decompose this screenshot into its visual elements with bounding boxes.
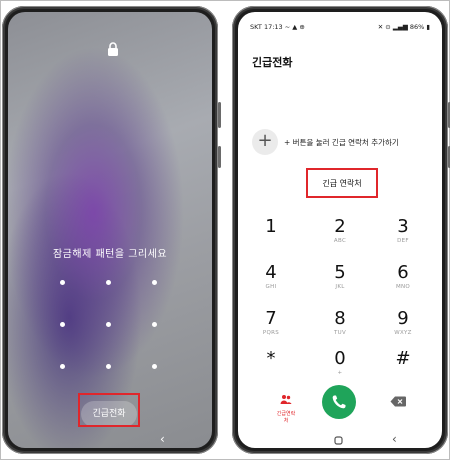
- pattern-dot[interactable]: [152, 280, 157, 285]
- status-right: ✕ ⊙ ▂▄▆ 86% ▮: [378, 23, 430, 31]
- key-7[interactable]: 7 PQRS: [251, 309, 291, 337]
- pattern-dot[interactable]: [106, 364, 111, 369]
- add-contact-button[interactable]: +: [252, 129, 278, 155]
- key-letters: MNO: [395, 284, 411, 290]
- pattern-dot[interactable]: [60, 280, 65, 285]
- key-digit: *: [266, 348, 276, 369]
- key-digit: 3: [397, 216, 409, 237]
- chevron-left-icon[interactable]: ‹: [160, 432, 165, 446]
- key-letters: PQRS: [262, 330, 280, 336]
- key-9[interactable]: 9 WXYZ: [383, 309, 423, 337]
- people-icon: [280, 395, 292, 404]
- lock-screen: 잠금해제 패턴을 그리세요 긴급전화 ‹: [8, 12, 212, 448]
- backspace-icon[interactable]: [390, 396, 406, 407]
- status-bar: SKT 17:13 ~ ▲ ⊕ ✕ ⊙ ▂▄▆ 86% ▮: [250, 23, 430, 33]
- pattern-dot[interactable]: [106, 280, 111, 285]
- emergency-contacts-shortcut[interactable]: 긴급연락처: [276, 390, 296, 424]
- call-button[interactable]: [322, 385, 356, 419]
- lock-icon: [108, 42, 118, 56]
- phone-lock-screen: 잠금해제 패턴을 그리세요 긴급전화 ‹: [2, 6, 221, 454]
- pattern-dot[interactable]: [106, 322, 111, 327]
- key-digit: 2: [334, 216, 346, 237]
- key-8[interactable]: 8 TUV: [320, 309, 360, 337]
- carrier-label: SKT: [250, 23, 262, 31]
- highlight-box-emergency: [78, 393, 140, 427]
- key-digit: 1: [265, 216, 277, 237]
- key-digit: 0: [334, 348, 346, 369]
- status-icons: ~ ▲ ⊕: [284, 23, 305, 31]
- key-letters: JKL: [335, 284, 345, 290]
- status-left: SKT 17:13 ~ ▲ ⊕: [250, 23, 305, 31]
- phone-emergency-dialer: SKT 17:13 ~ ▲ ⊕ ✕ ⊙ ▂▄▆ 86% ▮ 긴급전화 + + 버…: [232, 6, 450, 454]
- key-digit: 9: [397, 308, 409, 329]
- pattern-dot[interactable]: [60, 322, 65, 327]
- pattern-dot[interactable]: [152, 364, 157, 369]
- key-letters: WXYZ: [394, 330, 412, 336]
- key-5[interactable]: 5 JKL: [320, 263, 360, 291]
- key-letters: GHI: [265, 284, 277, 290]
- volume-button: [218, 102, 221, 128]
- key-2[interactable]: 2 ABC: [320, 217, 360, 245]
- pattern-dot[interactable]: [60, 364, 65, 369]
- key-letters: TUV: [333, 330, 347, 336]
- key-letters: ABC: [333, 238, 347, 244]
- navigation-bar: ‹: [238, 432, 442, 448]
- clock: 17:13: [263, 23, 283, 31]
- dialer-screen: SKT 17:13 ~ ▲ ⊕ ✕ ⊙ ▂▄▆ 86% ▮ 긴급전화 + + 버…: [238, 12, 442, 448]
- key-digit: 4: [265, 262, 277, 283]
- key-digit: 5: [334, 262, 346, 283]
- key-hash[interactable]: #: [383, 349, 423, 369]
- pattern-dot[interactable]: [152, 322, 157, 327]
- key-star[interactable]: *: [251, 349, 291, 369]
- key-4[interactable]: 4 GHI: [251, 263, 291, 291]
- battery-icon: ▮: [426, 23, 430, 31]
- add-contact-hint: + 버튼을 눌러 긴급 연락처 추가하기: [284, 138, 399, 147]
- key-digit: 8: [334, 308, 346, 329]
- phone-icon: [332, 395, 346, 409]
- key-digit: 6: [397, 262, 409, 283]
- home-icon[interactable]: [334, 436, 343, 445]
- power-button: [218, 146, 221, 168]
- plus-icon: +: [257, 130, 273, 151]
- page-title: 긴급전화: [252, 56, 293, 69]
- key-digit: #: [395, 348, 411, 369]
- key-1[interactable]: 1: [251, 217, 291, 237]
- signal-icons: ✕ ⊙ ▂▄▆: [377, 23, 410, 31]
- highlight-box-contacts: [306, 168, 378, 198]
- key-letters: +: [337, 370, 343, 376]
- key-6[interactable]: 6 MNO: [383, 263, 423, 291]
- key-digit: 7: [265, 308, 277, 329]
- key-3[interactable]: 3 DEF: [383, 217, 423, 245]
- key-0[interactable]: 0 +: [320, 349, 360, 377]
- key-letters: DEF: [397, 238, 409, 244]
- chevron-left-icon[interactable]: ‹: [392, 432, 397, 446]
- battery-level: 86%: [409, 23, 425, 31]
- unlock-instruction: 잠금해제 패턴을 그리세요: [52, 249, 168, 260]
- emergency-contacts-shortcut-label: 긴급연락처: [276, 411, 296, 424]
